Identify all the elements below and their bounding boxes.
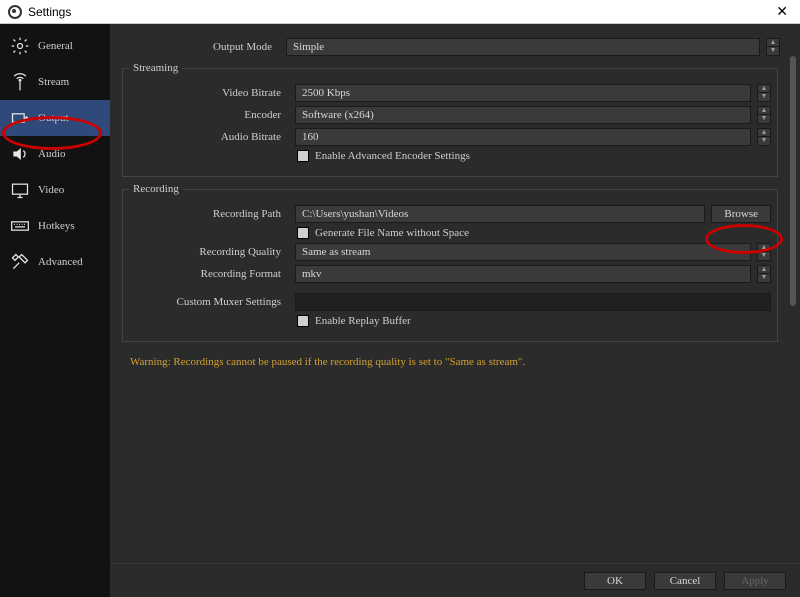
sidebar-item-label: Hotkeys (38, 220, 75, 232)
sidebar-item-output[interactable]: Output (0, 100, 110, 136)
recording-format-spinner[interactable]: ▲▼ (757, 265, 771, 283)
muxer-label: Custom Muxer Settings (129, 296, 289, 308)
apply-button[interactable]: Apply (724, 572, 786, 590)
sidebar-item-audio[interactable]: Audio (0, 136, 110, 172)
recording-quality-select[interactable]: Same as stream (295, 243, 751, 261)
settings-body: General Stream Output Audio Video (0, 24, 800, 597)
recording-quality-label: Recording Quality (129, 246, 289, 258)
video-bitrate-label: Video Bitrate (129, 87, 289, 99)
sidebar: General Stream Output Audio Video (0, 24, 110, 597)
audio-bitrate-spinner[interactable]: ▲▼ (757, 128, 771, 146)
video-bitrate-spinner[interactable]: ▲▼ (757, 84, 771, 102)
recording-path-label: Recording Path (129, 208, 289, 220)
tools-icon (10, 252, 30, 272)
output-icon (10, 108, 30, 128)
muxer-input[interactable] (295, 293, 771, 311)
streaming-legend: Streaming (129, 62, 182, 74)
sidebar-item-label: General (38, 40, 73, 52)
antenna-icon (10, 72, 30, 92)
streaming-group: Streaming Video Bitrate 2500 Kbps ▲▼ Enc… (122, 62, 778, 177)
filename-nospace-checkbox[interactable] (297, 227, 309, 239)
filename-nospace-label: Generate File Name without Space (315, 227, 469, 239)
content-area: Output Mode Simple ▲▼ Streaming Video Bi… (110, 24, 800, 597)
ok-button[interactable]: OK (584, 572, 646, 590)
sidebar-item-label: Audio (38, 148, 66, 160)
sidebar-item-advanced[interactable]: Advanced (0, 244, 110, 280)
replay-buffer-checkbox[interactable] (297, 315, 309, 327)
sidebar-item-general[interactable]: General (0, 28, 110, 64)
replay-buffer-label: Enable Replay Buffer (315, 315, 411, 327)
recording-group: Recording Recording Path C:\Users\yushan… (122, 183, 778, 342)
app-icon (8, 5, 22, 19)
sidebar-item-label: Video (38, 184, 64, 196)
warning-text: Warning: Recordings cannot be paused if … (120, 348, 780, 376)
recording-format-select[interactable]: mkv (295, 265, 751, 283)
recording-quality-spinner[interactable]: ▲▼ (757, 243, 771, 261)
recording-format-label: Recording Format (129, 268, 289, 280)
recording-path-input[interactable]: C:\Users\yushan\Videos (295, 205, 705, 223)
encoder-select[interactable]: Software (x264) (295, 106, 751, 124)
encoder-label: Encoder (129, 109, 289, 121)
sidebar-item-stream[interactable]: Stream (0, 64, 110, 100)
monitor-icon (10, 180, 30, 200)
window-title: Settings (28, 5, 71, 19)
output-mode-spinner[interactable]: ▲▼ (766, 38, 780, 56)
gear-icon (10, 36, 30, 56)
cancel-button[interactable]: Cancel (654, 572, 716, 590)
output-mode-select[interactable]: Simple (286, 38, 760, 56)
sidebar-item-label: Advanced (38, 256, 83, 268)
output-mode-label: Output Mode (120, 41, 280, 53)
sidebar-item-hotkeys[interactable]: Hotkeys (0, 208, 110, 244)
keyboard-icon (10, 216, 30, 236)
dialog-buttonbar: OK Cancel Apply (110, 563, 800, 597)
speaker-icon (10, 144, 30, 164)
audio-bitrate-label: Audio Bitrate (129, 131, 289, 143)
video-bitrate-input[interactable]: 2500 Kbps (295, 84, 751, 102)
sidebar-item-label: Output (38, 112, 69, 124)
audio-bitrate-select[interactable]: 160 (295, 128, 751, 146)
browse-button[interactable]: Browse (711, 205, 771, 223)
titlebar: Settings ✕ (0, 0, 800, 24)
recording-legend: Recording (129, 183, 183, 195)
sidebar-item-video[interactable]: Video (0, 172, 110, 208)
sidebar-item-label: Stream (38, 76, 69, 88)
window-close-button[interactable]: ✕ (772, 3, 792, 20)
advanced-encoder-checkbox[interactable] (297, 150, 309, 162)
encoder-spinner[interactable]: ▲▼ (757, 106, 771, 124)
scrollbar-thumb[interactable] (790, 56, 796, 306)
advanced-encoder-label: Enable Advanced Encoder Settings (315, 150, 470, 162)
